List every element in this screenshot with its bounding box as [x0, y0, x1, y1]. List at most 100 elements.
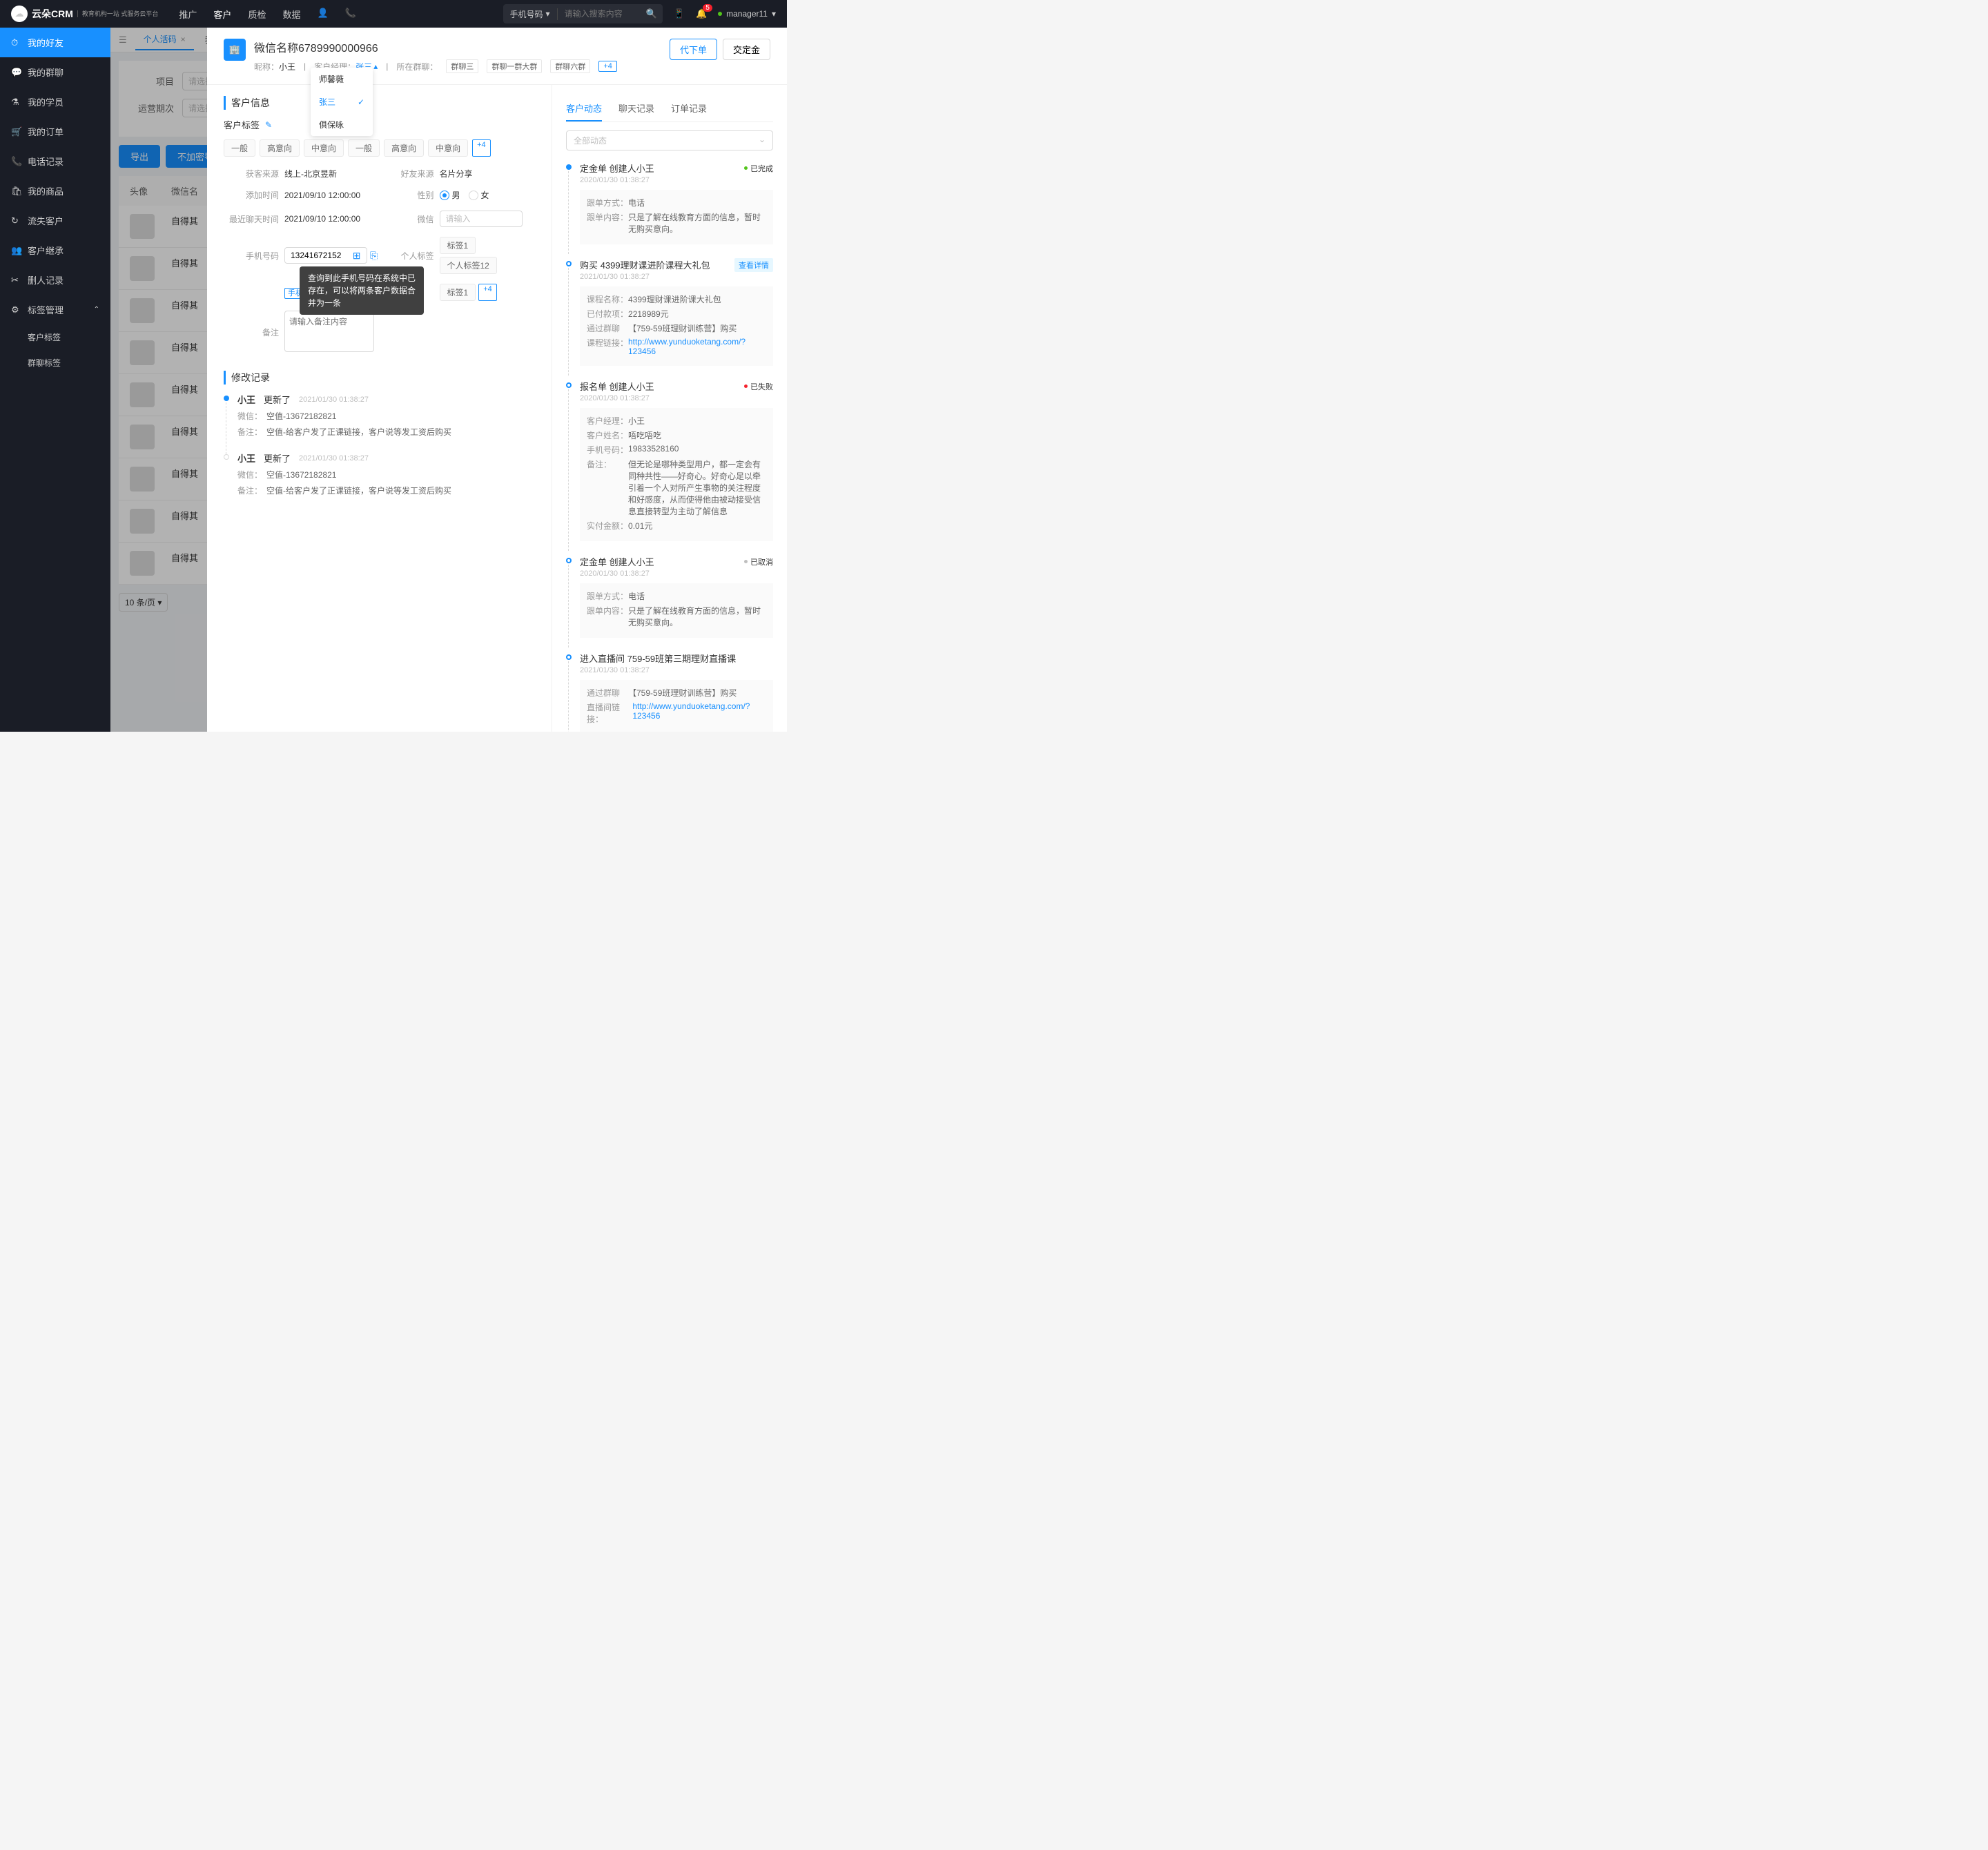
- building-icon: 🏢: [224, 39, 246, 61]
- notification-badge: 5: [703, 4, 712, 12]
- drawer-header: 🏢 微信名称6789990000966 昵称：小王 | 客户经理：张三 ▴ | …: [207, 28, 787, 85]
- user-icon[interactable]: 👤: [317, 8, 328, 21]
- timeline-card: 课程名称：4399理财课进阶课大礼包已付款项：2218989元通过群聊【759-…: [580, 286, 773, 366]
- tag[interactable]: 一般: [224, 139, 255, 157]
- sidebar-sub-customer-tags[interactable]: 客户标签: [0, 324, 110, 350]
- group-tag[interactable]: 群聊一群大群: [487, 59, 542, 73]
- nav-qc[interactable]: 质检: [248, 8, 266, 21]
- username: manager11: [726, 9, 768, 19]
- ptag-more[interactable]: +4: [478, 284, 497, 301]
- ptag[interactable]: 标签1: [440, 284, 476, 301]
- timeline-card: 跟单方式：电话跟单内容：只是了解在线教育方面的信息，暂时无购买意向。: [580, 190, 773, 244]
- dropdown-item[interactable]: 俱保咏: [311, 113, 373, 136]
- tag[interactable]: 高意向: [260, 139, 300, 157]
- timeline-item: 定金单 创建人小王 已取消 2020/01/30 01:38:27 跟单方式：电…: [566, 555, 773, 638]
- sidebar-sub-group-tags[interactable]: 群聊标签: [0, 350, 110, 376]
- section-customer-info: 客户信息: [224, 96, 535, 110]
- nav-data[interactable]: 数据: [282, 8, 300, 21]
- timeline-card: 客户经理：小王客户姓名：唔吃唔吃手机号码：19833528160备注：但无论是哪…: [580, 408, 773, 541]
- dropdown-item[interactable]: 张三✓: [311, 90, 373, 113]
- sidebar-item-lost[interactable]: ↻流失客户: [0, 206, 110, 235]
- label-source: 获客来源: [224, 168, 279, 179]
- user-menu[interactable]: manager11 ▾: [718, 9, 776, 19]
- group-tag[interactable]: 群聊六群: [550, 59, 590, 73]
- chevron-up-icon: ⌃: [94, 306, 99, 313]
- dropdown-item[interactable]: 师馨薇: [311, 68, 373, 90]
- customer-tags: 一般 高意向 中意向 一般 高意向 中意向 +4: [224, 139, 535, 157]
- nav-items: 推广 客户 质检 数据 👤 📞: [179, 8, 355, 21]
- drawer-actions: 代下单 交定金: [670, 39, 770, 60]
- chevron-down-icon: ⌄: [759, 135, 766, 146]
- label-personal-tag: 个人标签: [386, 250, 434, 262]
- timeline-dot: [566, 558, 572, 563]
- sidebar-item-students[interactable]: ⚗我的学员: [0, 87, 110, 117]
- flask-icon: ⚗: [11, 97, 21, 108]
- nav-customer[interactable]: 客户: [213, 8, 231, 21]
- check-icon: ✓: [358, 97, 364, 107]
- val-last-chat: 2021/09/10 12:00:00: [284, 214, 380, 224]
- sidebar-item-inherit[interactable]: 👥客户继承: [0, 235, 110, 265]
- sidebar-item-delete[interactable]: ✂删人记录: [0, 265, 110, 295]
- search-type-select[interactable]: 手机号码 ▾: [503, 8, 558, 20]
- sidebar-item-friends[interactable]: ⏱我的好友: [0, 28, 110, 57]
- tag[interactable]: 高意向: [384, 139, 424, 157]
- remark-input[interactable]: [284, 311, 374, 352]
- phone-icon: 📞: [11, 156, 21, 167]
- activity-timeline: 定金单 创建人小王 已完成 2020/01/30 01:38:27 跟单方式：电…: [566, 162, 773, 732]
- label-remark: 备注: [224, 327, 279, 338]
- tag-more[interactable]: +4: [472, 139, 491, 157]
- drawer-left: 客户信息 客户标签 ✎ 一般 高意向 中意向 一般 高意向 中意向 +4 获客来…: [207, 85, 552, 732]
- bag-icon: 🛍: [11, 186, 21, 197]
- section-mod-log: 修改记录: [224, 371, 535, 384]
- ptag[interactable]: 标签1: [440, 237, 476, 254]
- tab-chat[interactable]: 聊天记录: [618, 96, 654, 121]
- nav-promo[interactable]: 推广: [179, 8, 197, 21]
- timeline-dot: [566, 261, 572, 266]
- users-icon: 👥: [11, 245, 21, 256]
- customer-drawer: 🏢 微信名称6789990000966 昵称：小王 | 客户经理：张三 ▴ | …: [207, 28, 787, 732]
- log-item: 小王 更新了2021/01/30 01:38:27 微信：空值-13672182…: [224, 451, 535, 496]
- edit-icon[interactable]: ✎: [265, 120, 272, 130]
- place-order-button[interactable]: 代下单: [670, 39, 717, 60]
- sidebar-item-groups[interactable]: 💬我的群聊: [0, 57, 110, 87]
- tag[interactable]: 中意向: [304, 139, 344, 157]
- deposit-button[interactable]: 交定金: [723, 39, 770, 60]
- phone-icon[interactable]: 📞: [345, 8, 356, 21]
- ptag[interactable]: 个人标签12: [440, 257, 497, 274]
- group-tag[interactable]: 群聊三: [446, 59, 478, 73]
- logo-subtitle: 教育机构一站 式服务云平台: [77, 10, 159, 18]
- sidebar-item-products[interactable]: 🛍我的商品: [0, 176, 110, 206]
- activity-filter[interactable]: 全部动态⌄: [566, 130, 773, 150]
- view-detail-button[interactable]: 查看详情: [734, 258, 773, 272]
- timeline-item: 查看详情 购买 4399理财课进阶课程大礼包 2021/01/30 01:38:…: [566, 258, 773, 366]
- chevron-down-icon: ▾: [772, 9, 776, 19]
- group-more[interactable]: +4: [598, 61, 617, 72]
- radio-male[interactable]: 男: [440, 189, 460, 201]
- link[interactable]: http://www.yunduoketang.com/?123456: [632, 701, 766, 725]
- tab-orders[interactable]: 订单记录: [671, 96, 707, 121]
- timeline-item: 进入直播间 759-59班第三期理财直播课 2021/01/30 01:38:2…: [566, 652, 773, 732]
- sidebar-item-tags[interactable]: ⚙标签管理⌃: [0, 295, 110, 324]
- copy-icon[interactable]: ⎘: [370, 250, 378, 262]
- search-input[interactable]: [558, 9, 641, 19]
- tag[interactable]: 一般: [348, 139, 380, 157]
- label-wechat: 微信: [386, 213, 434, 225]
- contacts-icon[interactable]: ⊞: [353, 250, 361, 262]
- sidebar-item-calls[interactable]: 📞电话记录: [0, 146, 110, 176]
- sidebar-item-orders[interactable]: 🛒我的订单: [0, 117, 110, 146]
- label-friend-source: 好友来源: [386, 168, 434, 179]
- timeline-card: 通过群聊【759-59班理财训练营】购买直播间链接：http://www.yun…: [580, 680, 773, 732]
- search-icon[interactable]: 🔍: [641, 8, 663, 19]
- tab-activity[interactable]: 客户动态: [566, 96, 602, 121]
- notification-icon[interactable]: 🔔5: [696, 8, 707, 19]
- gender-radio: 男 女: [440, 189, 536, 201]
- wechat-input[interactable]: [440, 211, 523, 227]
- link[interactable]: http://www.yunduoketang.com/?123456: [628, 337, 766, 356]
- drawer-body: 客户信息 客户标签 ✎ 一般 高意向 中意向 一般 高意向 中意向 +4 获客来…: [207, 85, 787, 732]
- info-grid: 获客来源 线上-北京昱新 好友来源 名片分享 添加时间 2021/09/10 1…: [224, 168, 535, 354]
- logo-text: 云朵CRM: [32, 7, 73, 21]
- tag-label: 客户标签: [224, 118, 260, 131]
- radio-female[interactable]: 女: [469, 189, 489, 201]
- tag[interactable]: 中意向: [428, 139, 468, 157]
- mobile-icon[interactable]: 📱: [674, 8, 685, 19]
